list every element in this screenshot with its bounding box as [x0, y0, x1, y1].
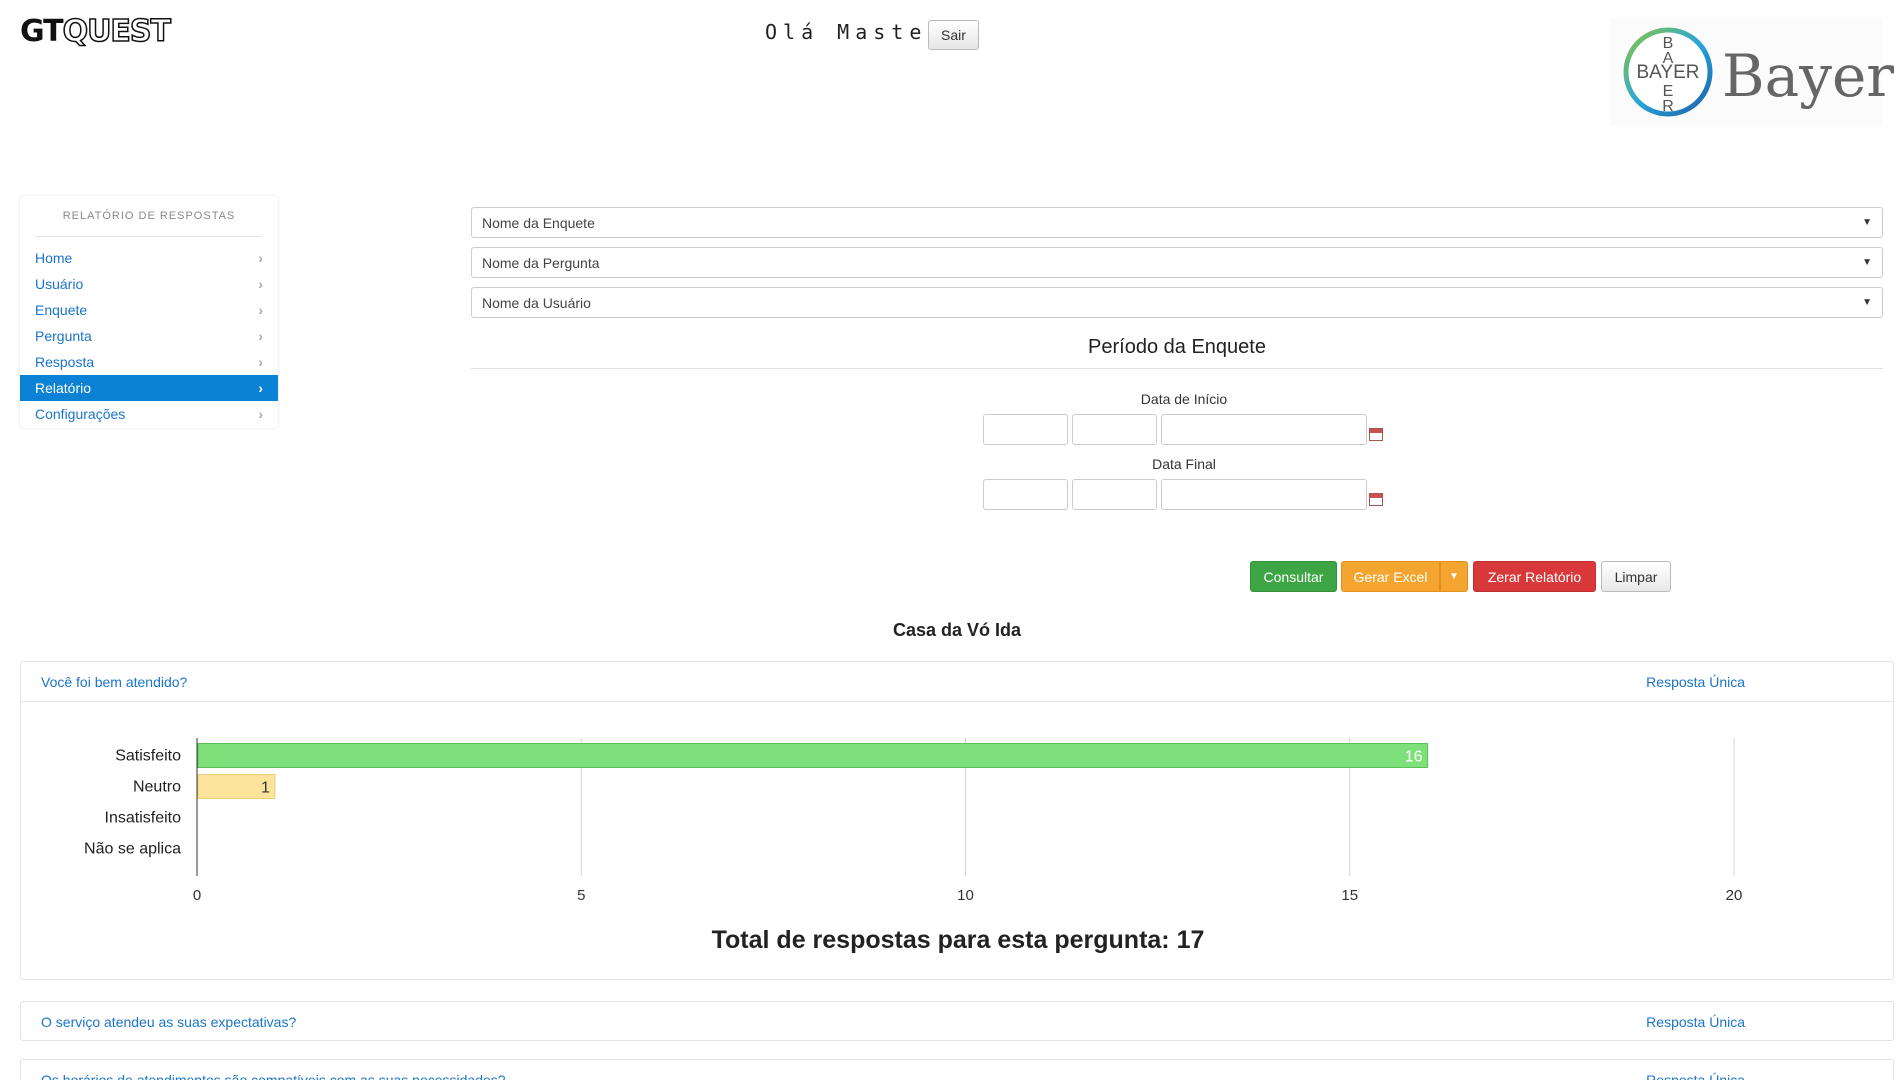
logout-button[interactable]: Sair — [928, 20, 979, 50]
x-tick-label: 0 — [193, 887, 201, 904]
question-select-value: Nome da Pergunta — [482, 254, 600, 271]
chevron-right-icon: › — [258, 302, 263, 318]
app-logo: GTQUEST — [20, 13, 172, 50]
sidebar-item-relatorio[interactable]: Relatório › — [20, 375, 278, 401]
caret-down-icon: ▼ — [1862, 297, 1872, 308]
clear-button[interactable]: Limpar — [1601, 561, 1671, 592]
start-year-input[interactable] — [1161, 414, 1367, 445]
export-excel-button[interactable]: Gerar Excel — [1341, 561, 1440, 592]
caret-down-icon: ▼ — [1449, 571, 1459, 582]
survey-select-value: Nome da Enquete — [482, 214, 595, 231]
caret-down-icon: ▼ — [1862, 217, 1872, 228]
chevron-right-icon: › — [258, 406, 263, 422]
end-year-input[interactable] — [1161, 479, 1367, 510]
chevron-right-icon: › — [258, 380, 263, 396]
sidebar-item-usuario[interactable]: Usuário › — [20, 271, 278, 297]
end-date-label: Data Final — [1152, 456, 1216, 472]
end-day-input[interactable] — [983, 479, 1068, 510]
question-header[interactable]: Você foi bem atendido? Resposta Única — [21, 662, 1893, 701]
x-tick-label: 10 — [957, 887, 974, 904]
user-select[interactable]: Nome da Usuário ▼ — [471, 287, 1883, 318]
question-title[interactable]: Os horários de atendimentos são compatív… — [41, 1072, 506, 1080]
sidebar-item-pergunta[interactable]: Pergunta › — [20, 323, 278, 349]
svg-text:R: R — [1662, 98, 1674, 115]
calendar-icon[interactable] — [1369, 428, 1383, 441]
calendar-icon[interactable] — [1369, 493, 1383, 506]
question-title[interactable]: Você foi bem atendido? — [41, 674, 187, 690]
chevron-right-icon: › — [258, 276, 263, 292]
category-label: Não se aplica — [84, 841, 181, 858]
sidebar-title: RELATÓRIO DE RESPOSTAS — [62, 210, 236, 222]
bar-value-label: 16 — [1405, 749, 1423, 766]
reset-report-button[interactable]: Zerar Relatório — [1473, 561, 1596, 592]
question-body: 0 5 10 15 20 Satisfeito 16 Neutro 1 Insatisfeito N… — [21, 701, 1893, 954]
question-type: Resposta Única — [1646, 1071, 1745, 1080]
question-header[interactable]: Os horários de atendimentos são compatív… — [21, 1060, 1893, 1080]
period-title: Período da Enquete — [1088, 336, 1266, 358]
total-responses: Total de respostas para esta pergunta: 1… — [711, 926, 1205, 954]
sidebar-item-label: Pergunta — [35, 328, 92, 344]
sidebar-item-home[interactable]: Home › — [20, 245, 278, 271]
survey-title: Casa da Vó Ida — [892, 620, 1022, 640]
logo-quest: QUEST — [62, 13, 172, 50]
sidebar-item-label: Home — [35, 250, 73, 266]
sidebar-item-label: Relatório — [35, 380, 92, 396]
sidebar: RELATÓRIO DE RESPOSTAS Home › Usuário › En… — [20, 196, 278, 428]
question-panel: Você foi bem atendido? Resposta Única 0 5… — [20, 661, 1894, 980]
question-panel: Os horários de atendimentos são compatív… — [20, 1059, 1894, 1080]
sidebar-item-label: Configurações — [35, 406, 126, 422]
question-title[interactable]: O serviço atendeu as suas expectativas? — [41, 1014, 296, 1030]
user-select-value: Nome da Usuário — [482, 294, 591, 311]
brand-name: Bayer — [1722, 42, 1895, 110]
caret-down-icon: ▼ — [1862, 257, 1872, 268]
question-header[interactable]: O serviço atendeu as suas expectativas? … — [21, 1002, 1893, 1041]
category-label: Neutro — [133, 779, 181, 796]
logo-gt: GT — [20, 14, 64, 49]
end-month-input[interactable] — [1072, 479, 1157, 510]
start-day-input[interactable] — [983, 414, 1068, 445]
answers-bar-chart: 0 5 10 15 20 Satisfeito 16 Neutro 1 Insatisfeito N… — [84, 738, 1743, 904]
sidebar-item-configuracoes[interactable]: Configurações › — [20, 401, 278, 427]
start-date-label: Data de Início — [1140, 391, 1228, 407]
export-excel-dropdown-toggle[interactable]: ▼ — [1440, 561, 1468, 592]
x-tick-label: 15 — [1341, 887, 1358, 904]
category-label: Satisfeito — [115, 748, 181, 765]
start-month-input[interactable] — [1072, 414, 1157, 445]
sidebar-item-label: Enquete — [35, 302, 88, 318]
x-tick-label: 5 — [577, 887, 585, 904]
x-tick-label: 20 — [1726, 887, 1743, 904]
category-label: Insatisfeito — [105, 810, 182, 827]
bar — [197, 743, 1429, 768]
question-panel: O serviço atendeu as suas expectativas? … — [20, 1001, 1894, 1041]
brand-logo: BAYER B A E R Bayer — [1610, 18, 1894, 126]
sidebar-item-resposta[interactable]: Resposta › — [20, 349, 278, 375]
chevron-right-icon: › — [258, 250, 263, 266]
answers-chart: 0 5 10 15 20 Satisfeito 16 Neutro 1 Insatisfeito N… — [21, 702, 1893, 942]
sidebar-item-label: Usuário — [35, 276, 84, 292]
chevron-right-icon: › — [258, 328, 263, 344]
sidebar-item-label: Resposta — [35, 354, 95, 370]
question-select[interactable]: Nome da Pergunta ▼ — [471, 247, 1883, 278]
bayer-cross-icon: BAYER B A E R — [1623, 27, 1713, 117]
svg-text:A: A — [1663, 50, 1674, 67]
bar-value-label: 1 — [261, 780, 270, 797]
survey-select[interactable]: Nome da Enquete ▼ — [471, 207, 1883, 238]
user-greeting: Olá Master — [765, 20, 946, 44]
period-divider — [471, 368, 1883, 369]
chevron-right-icon: › — [258, 354, 263, 370]
sidebar-item-enquete[interactable]: Enquete › — [20, 297, 278, 323]
sidebar-divider — [36, 236, 262, 237]
question-type: Resposta Única — [1646, 1013, 1745, 1030]
consult-button[interactable]: Consultar — [1250, 561, 1337, 592]
question-type: Resposta Única — [1646, 673, 1745, 690]
